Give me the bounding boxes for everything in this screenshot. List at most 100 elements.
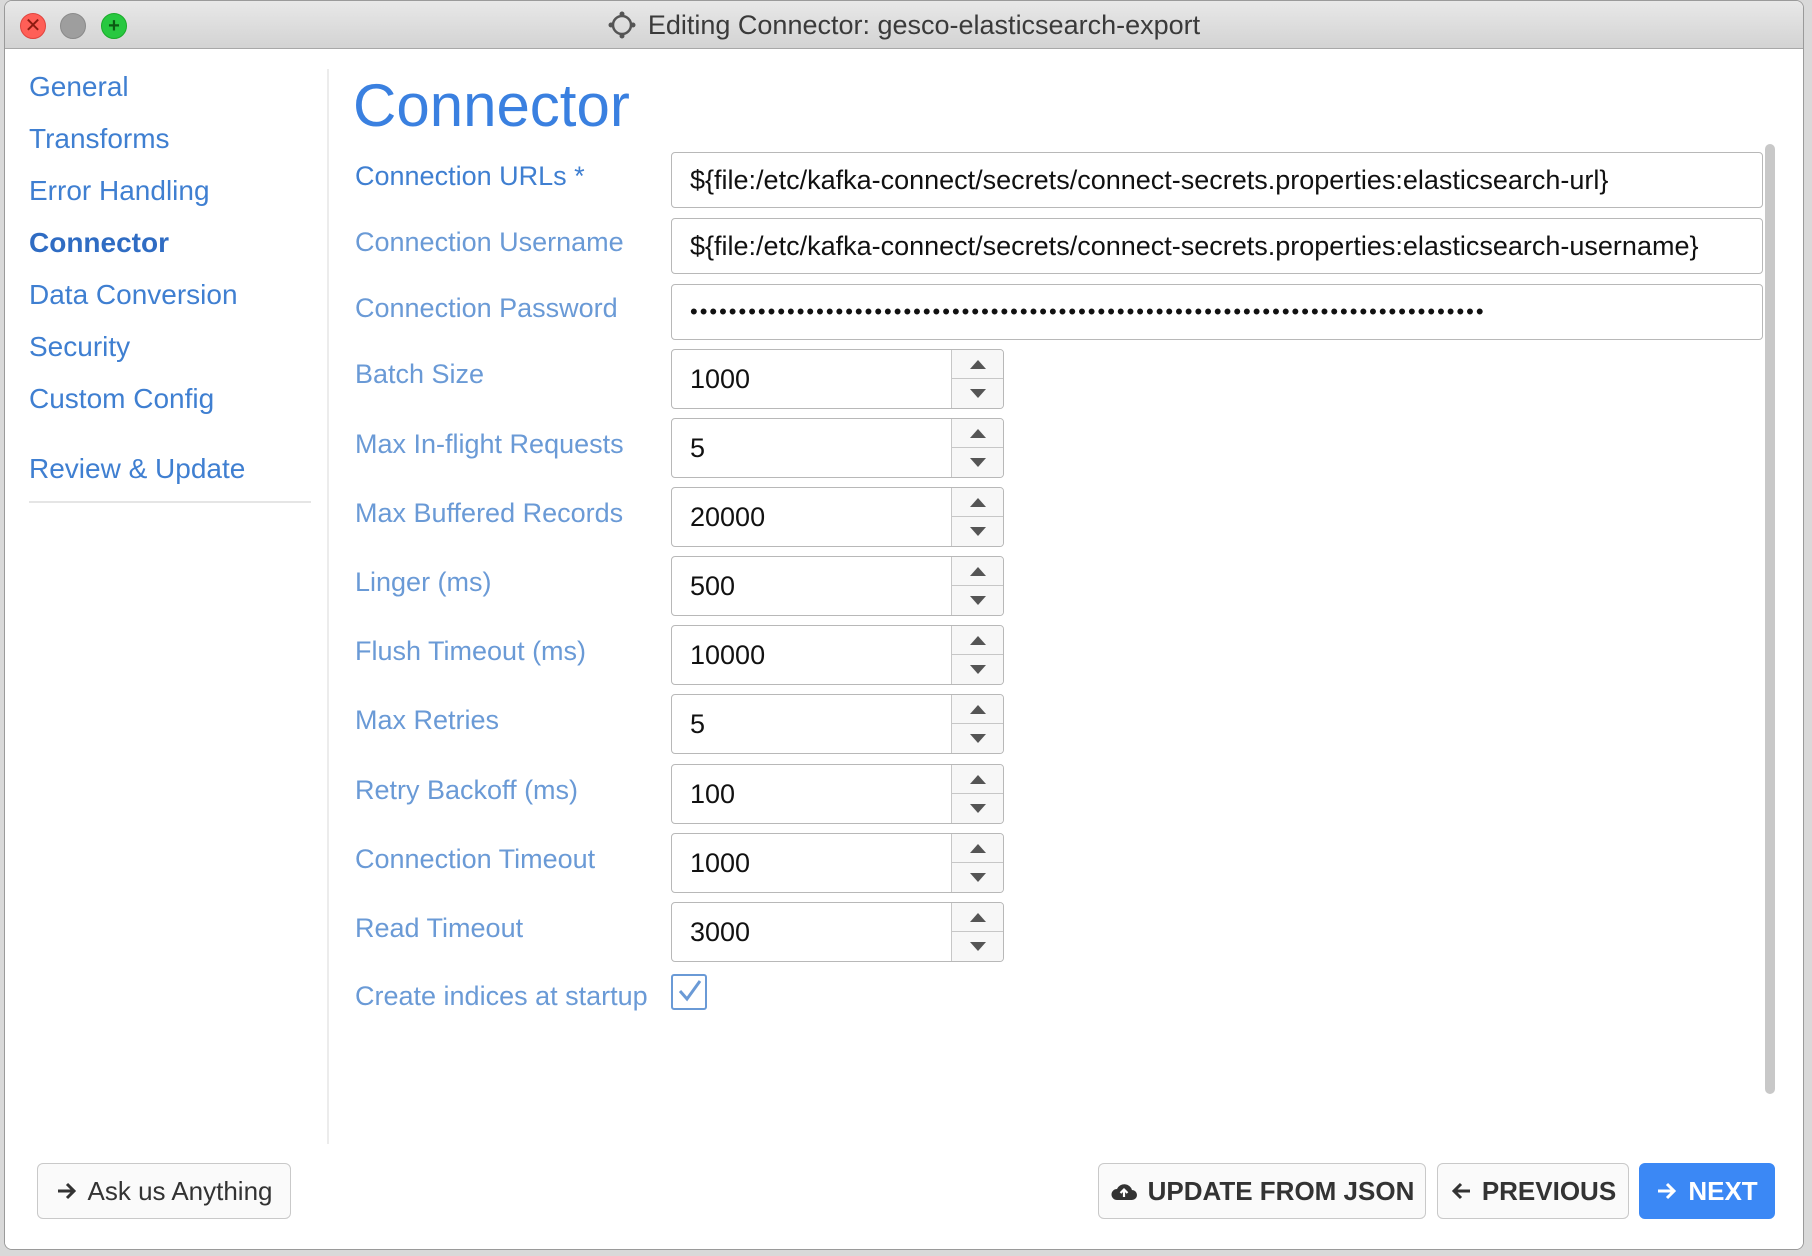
sidebar-divider: [29, 501, 311, 503]
retry-backoff-input[interactable]: [672, 765, 952, 823]
retry-backoff-label: Retry Backoff (ms): [355, 775, 579, 805]
flush-timeout-label: Flush Timeout (ms): [355, 636, 587, 666]
connection-password-input[interactable]: [671, 284, 1763, 340]
retry-backoff-stepper: [671, 764, 1004, 824]
arrow-down-icon: [970, 734, 986, 743]
title-bar[interactable]: ✕ + Editing Connector: gesco-elasticsear…: [5, 1, 1803, 49]
max-inflight-decrement-button[interactable]: [952, 448, 1003, 477]
max-buffered-stepper: [671, 487, 1004, 547]
batch-size-decrement-button[interactable]: [952, 379, 1003, 408]
max-buffered-label: Max Buffered Records: [355, 498, 624, 528]
sidebar-item-error-handling[interactable]: Error Handling: [29, 175, 210, 207]
connector-form: Connector Connection URLs * Connection U…: [329, 49, 1803, 1144]
max-inflight-stepper: [671, 418, 1004, 478]
retry-backoff-decrement-button[interactable]: [952, 794, 1003, 823]
arrow-up-icon: [970, 843, 986, 853]
linger-decrement-button[interactable]: [952, 586, 1003, 615]
arrow-left-icon: [1451, 1182, 1470, 1200]
ask-us-anything-button[interactable]: Ask us Anything: [37, 1163, 291, 1219]
arrow-down-icon: [970, 873, 986, 882]
read-timeout-spin: [951, 903, 1003, 961]
sidebar-item-security[interactable]: Security: [29, 331, 130, 363]
arrow-up-icon: [970, 428, 986, 438]
arrow-up-icon: [970, 635, 986, 645]
next-button[interactable]: NEXT: [1639, 1163, 1775, 1219]
max-inflight-spin: [951, 419, 1003, 477]
page-title: Connector: [353, 72, 630, 139]
max-inflight-input[interactable]: [672, 419, 952, 477]
max-retries-decrement-button[interactable]: [952, 724, 1003, 753]
connection-timeout-input[interactable]: [672, 834, 952, 892]
batch-size-input[interactable]: [672, 350, 952, 408]
update-from-json-label: UPDATE FROM JSON: [1147, 1175, 1415, 1206]
connector-app-icon: [608, 11, 636, 39]
linger-increment-button[interactable]: [952, 557, 1003, 586]
max-buffered-input[interactable]: [672, 488, 952, 546]
footer-bar: Ask us Anything UPDATE FROM JSON PREVIOU…: [5, 1144, 1803, 1249]
sidebar-item-data-conversion[interactable]: Data Conversion: [29, 279, 238, 311]
flush-timeout-increment-button[interactable]: [952, 626, 1003, 655]
batch-size-increment-button[interactable]: [952, 350, 1003, 379]
batch-size-label: Batch Size: [355, 359, 485, 389]
max-buffered-increment-button[interactable]: [952, 488, 1003, 517]
sidebar-item-transforms[interactable]: Transforms: [29, 123, 170, 155]
flush-timeout-input[interactable]: [672, 626, 952, 684]
arrow-up-icon: [970, 497, 986, 507]
max-retries-increment-button[interactable]: [952, 695, 1003, 724]
arrow-up-icon: [970, 774, 986, 784]
sidebar-item-review-update[interactable]: Review & Update: [29, 453, 245, 485]
update-from-json-button[interactable]: UPDATE FROM JSON: [1098, 1163, 1426, 1219]
connection-timeout-decrement-button[interactable]: [952, 863, 1003, 892]
arrow-down-icon: [970, 458, 986, 467]
previous-button[interactable]: PREVIOUS: [1437, 1163, 1629, 1219]
sidebar-nav: General Transforms Error Handling Connec…: [5, 49, 327, 1144]
arrow-up-icon: [970, 704, 986, 714]
retry-backoff-spin: [951, 765, 1003, 823]
checkmark-icon: [678, 980, 702, 1002]
create-indices-checkbox[interactable]: [671, 974, 707, 1010]
sidebar-item-connector[interactable]: Connector: [29, 227, 169, 259]
window-title: Editing Connector: gesco-elasticsearch-e…: [647, 9, 1201, 40]
title-wrap: Editing Connector: gesco-elasticsearch-e…: [5, 1, 1803, 49]
read-timeout-increment-button[interactable]: [952, 903, 1003, 932]
connection-timeout-stepper: [671, 833, 1004, 893]
arrow-down-icon: [970, 942, 986, 951]
arrow-down-icon: [970, 389, 986, 398]
max-buffered-spin: [951, 488, 1003, 546]
flush-timeout-decrement-button[interactable]: [952, 655, 1003, 684]
flush-timeout-stepper: [671, 625, 1004, 685]
flush-timeout-spin: [951, 626, 1003, 684]
connection-timeout-spin: [951, 834, 1003, 892]
connection-username-label: Connection Username: [355, 227, 624, 257]
ask-us-anything-label: Ask us Anything: [87, 1175, 273, 1206]
batch-size-stepper: [671, 349, 1004, 409]
batch-size-spin: [951, 350, 1003, 408]
read-timeout-decrement-button[interactable]: [952, 932, 1003, 961]
previous-label: PREVIOUS: [1481, 1175, 1617, 1206]
connection-timeout-label: Connection Timeout: [355, 844, 596, 874]
read-timeout-input[interactable]: [672, 903, 952, 961]
max-inflight-label: Max In-flight Requests: [355, 429, 624, 459]
retry-backoff-increment-button[interactable]: [952, 765, 1003, 794]
connection-timeout-increment-button[interactable]: [952, 834, 1003, 863]
arrow-down-icon: [970, 596, 986, 605]
arrow-right-icon: [1658, 1182, 1677, 1200]
max-buffered-decrement-button[interactable]: [952, 517, 1003, 546]
max-inflight-increment-button[interactable]: [952, 419, 1003, 448]
sidebar-item-custom-config[interactable]: Custom Config: [29, 383, 214, 415]
arrow-down-icon: [970, 804, 986, 813]
create-indices-label: Create indices at startup: [355, 981, 648, 1011]
scrollbar[interactable]: [1765, 144, 1775, 1094]
max-retries-stepper: [671, 694, 1004, 754]
max-retries-spin: [951, 695, 1003, 753]
connection-username-input[interactable]: [671, 218, 1763, 274]
connector-editor-window: ✕ + Editing Connector: gesco-elasticsear…: [4, 0, 1804, 1250]
arrow-up-icon: [970, 912, 986, 922]
max-retries-input[interactable]: [672, 695, 952, 753]
sidebar-item-general[interactable]: General: [29, 71, 129, 103]
max-retries-label: Max Retries: [355, 705, 500, 735]
connection-urls-label: Connection URLs *: [355, 161, 585, 191]
arrow-up-icon: [970, 566, 986, 576]
connection-urls-input[interactable]: [671, 152, 1763, 208]
linger-input[interactable]: [672, 557, 952, 615]
